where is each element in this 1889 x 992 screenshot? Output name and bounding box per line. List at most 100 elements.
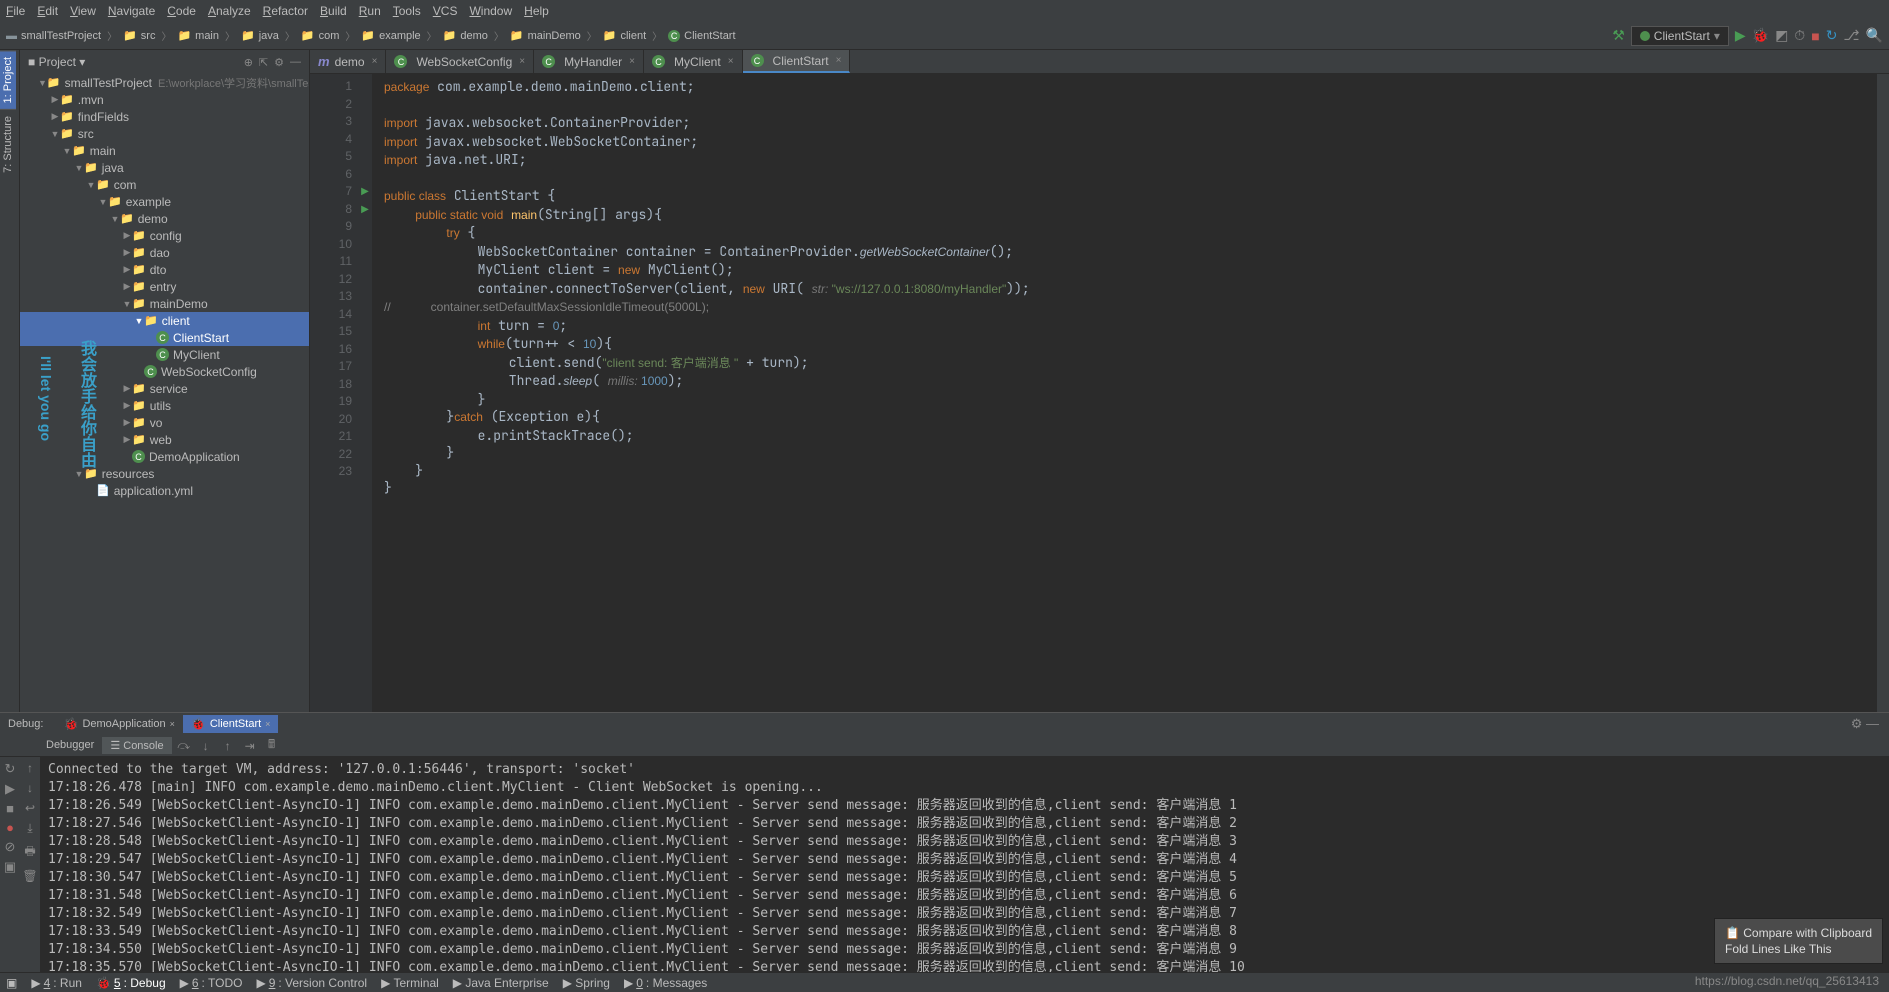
tree-item-demoapplication[interactable]: CDemoApplication [20, 448, 309, 465]
status-debug[interactable]: 🐞 5: Debug [96, 976, 166, 990]
project-tool-tab[interactable]: 1: Project [0, 50, 16, 109]
menu-refactor[interactable]: Refactor [263, 4, 308, 18]
code-editor[interactable]: package com.example.demo.mainDemo.client… [372, 74, 1877, 712]
status-run[interactable]: ▶ 4: Run [31, 976, 82, 990]
tree-item-entry[interactable]: ▶📁entry [20, 278, 309, 295]
collapse-icon[interactable]: ⊕ [244, 56, 253, 69]
profile-icon[interactable]: ⏱ [1794, 27, 1805, 44]
tree-item-websocketconfig[interactable]: CWebSocketConfig [20, 363, 309, 380]
debug-tab-demoapplication[interactable]: 🐞DemoApplication × [55, 715, 182, 733]
breakpoints-icon[interactable]: ● [6, 820, 14, 835]
tool-windows-icon[interactable]: ▣ [6, 976, 17, 990]
menu-run[interactable]: Run [359, 4, 381, 18]
menu-view[interactable]: View [70, 4, 96, 18]
menu-help[interactable]: Help [524, 4, 549, 18]
tree-item-config[interactable]: ▶📁config [20, 227, 309, 244]
status-terminal[interactable]: ▶ Terminal [381, 976, 439, 990]
debug-sub-console[interactable]: ☰ Console [102, 737, 171, 754]
down-icon[interactable]: ↓ [27, 781, 33, 795]
tab-demo[interactable]: mdemo× [310, 50, 386, 73]
gear-icon[interactable]: ⚙ [274, 56, 284, 69]
tree-item-src[interactable]: ▼📁src [20, 125, 309, 142]
breadcrumb-com[interactable]: 📁com [301, 29, 339, 42]
layout-icon[interactable]: ▣ [4, 859, 16, 875]
status-spring[interactable]: ▶ Spring [563, 976, 610, 990]
tab-websocketconfig[interactable]: CWebSocketConfig× [386, 50, 534, 73]
debug-gear-icon[interactable]: ⚙ — [1851, 716, 1879, 732]
status-version-control[interactable]: ▶ 9: Version Control [256, 976, 367, 990]
status-messages[interactable]: ▶ 0: Messages [624, 976, 707, 990]
stop-debug-icon[interactable]: ■ [6, 801, 14, 816]
tree-item-web[interactable]: ▶📁web [20, 431, 309, 448]
step-over-icon[interactable]: ⤼ [174, 738, 194, 753]
console-output[interactable]: Connected to the target VM, address: '12… [40, 757, 1889, 972]
tree-item-demo[interactable]: ▼📁demo [20, 210, 309, 227]
menu-vcs[interactable]: VCS [433, 4, 458, 18]
debug-sub-debugger[interactable]: Debugger [38, 737, 102, 754]
run-icon[interactable]: ▶ [1735, 27, 1746, 44]
menu-navigate[interactable]: Navigate [108, 4, 155, 18]
project-tree[interactable]: ▼📁smallTestProjectE:\workplace\学习资料\smal… [20, 74, 309, 712]
debug-icon[interactable]: 🐞 [1752, 27, 1769, 44]
soft-wrap-icon[interactable]: ↩ [25, 801, 35, 815]
run-to-cursor-icon[interactable]: ⇥ [240, 739, 260, 753]
tree-item-service[interactable]: ▶📁service [20, 380, 309, 397]
evaluate-icon[interactable]: 🖩 [262, 735, 282, 756]
tree-item-client[interactable]: ▼📁client [20, 312, 309, 329]
print-icon[interactable]: 🖶 [24, 842, 35, 863]
breadcrumb-maindemo[interactable]: 📁mainDemo [510, 29, 581, 42]
mute-bp-icon[interactable]: ⊘ [5, 839, 16, 855]
hammer-icon[interactable]: ⚒ [1612, 27, 1625, 44]
breadcrumb-demo[interactable]: 📁demo [443, 29, 488, 42]
clear-icon[interactable]: 🗑 [22, 869, 37, 883]
menu-analyze[interactable]: Analyze [208, 4, 251, 18]
menu-window[interactable]: Window [469, 4, 512, 18]
tree-item-maindemo[interactable]: ▼📁mainDemo [20, 295, 309, 312]
structure-tool-tab[interactable]: 7: Structure [0, 109, 16, 179]
step-out-icon[interactable]: ↑ [218, 739, 238, 753]
step-into-icon[interactable]: ↓ [196, 739, 216, 753]
up-icon[interactable]: ↑ [27, 761, 33, 775]
breadcrumb-src[interactable]: 📁src [123, 29, 155, 42]
tree-item-clientstart[interactable]: CClientStart [20, 329, 309, 346]
tree-item-vo[interactable]: ▶📁vo [20, 414, 309, 431]
breadcrumb-clientstart[interactable]: CClientStart [668, 30, 735, 42]
status-java-enterprise[interactable]: ▶ Java Enterprise [453, 976, 549, 990]
tree-item-.mvn[interactable]: ▶📁.mvn [20, 91, 309, 108]
tree-item-smalltestproject[interactable]: ▼📁smallTestProjectE:\workplace\学习资料\smal… [20, 74, 309, 91]
hint-popup[interactable]: 📋 Compare with Clipboard Fold Lines Like… [1714, 918, 1883, 964]
tab-myclient[interactable]: CMyClient× [644, 50, 743, 73]
tree-item-application.yml[interactable]: 📄application.yml [20, 482, 309, 499]
menu-build[interactable]: Build [320, 4, 347, 18]
tree-item-utils[interactable]: ▶📁utils [20, 397, 309, 414]
tree-item-dao[interactable]: ▶📁dao [20, 244, 309, 261]
editor-scrollbar[interactable] [1877, 74, 1889, 712]
resume-icon[interactable]: ▶ [5, 781, 15, 797]
stop-icon[interactable]: ■ [1811, 28, 1819, 44]
coverage-icon[interactable]: ◩ [1775, 27, 1788, 44]
tree-item-findfields[interactable]: ▶📁findFields [20, 108, 309, 125]
menu-code[interactable]: Code [167, 4, 196, 18]
rerun-icon[interactable]: ↻ [5, 761, 16, 777]
menu-tools[interactable]: Tools [393, 4, 421, 18]
tree-item-java[interactable]: ▼📁java [20, 159, 309, 176]
scroll-from-icon[interactable]: ⇱ [259, 56, 268, 69]
status-todo[interactable]: ▶ 6: TODO [180, 976, 243, 990]
tab-clientstart[interactable]: CClientStart× [743, 50, 851, 73]
tree-item-com[interactable]: ▼📁com [20, 176, 309, 193]
tree-item-resources[interactable]: ▼📁resources [20, 465, 309, 482]
breadcrumb-client[interactable]: 📁client [603, 29, 646, 42]
breadcrumb-java[interactable]: 📁java [241, 29, 279, 42]
breadcrumb-main[interactable]: 📁main [177, 29, 219, 42]
tree-item-example[interactable]: ▼📁example [20, 193, 309, 210]
breadcrumb-smalltestproject[interactable]: ▬smallTestProject [6, 30, 101, 42]
update-icon[interactable]: ↻ [1826, 27, 1838, 44]
menu-file[interactable]: File [6, 4, 25, 18]
breadcrumb-example[interactable]: 📁example [361, 29, 420, 42]
scroll-end-icon[interactable]: ⤓ [27, 821, 32, 836]
tree-item-myclient[interactable]: CMyClient [20, 346, 309, 363]
hide-icon[interactable]: — [290, 56, 301, 68]
git-branch-icon[interactable]: ⎇ [1843, 27, 1859, 44]
tree-item-main[interactable]: ▼📁main [20, 142, 309, 159]
debug-tab-clientstart[interactable]: 🐞ClientStart × [183, 715, 279, 733]
